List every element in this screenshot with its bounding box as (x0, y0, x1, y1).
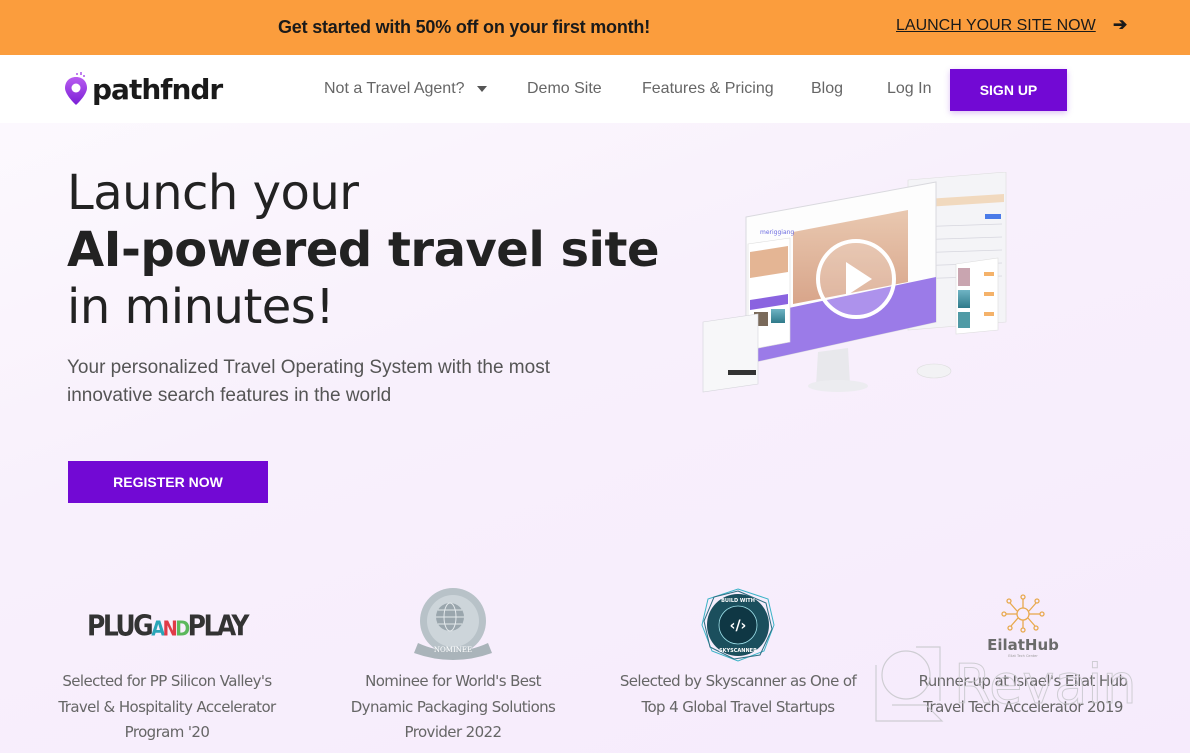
sign-up-button[interactable]: SIGN UP (950, 69, 1067, 111)
award-description: Selected for PP Silicon Valley's Travel … (58, 672, 276, 741)
logo[interactable]: pathfndr (64, 71, 223, 107)
logo-part: N (162, 616, 178, 641)
award-skyscanner: ‹/› BUILD WITH SKYSCANNER Selected by Sk… (618, 585, 858, 720)
promo-text: Get started with 50% off on your first m… (278, 17, 651, 37)
award-plug-and-play: PLUGANDPLAY Selected for PP Silicon Vall… (47, 585, 287, 746)
logo-text: pathfndr (92, 72, 223, 106)
plug-and-play-logo: PLUGANDPLAY (47, 585, 287, 665)
award-description: Selected by Skyscanner as One of Top 4 G… (619, 672, 857, 716)
logo-part: D (175, 616, 190, 641)
nav-features-pricing[interactable]: Features & Pricing (642, 80, 774, 98)
nominee-badge-icon: NOMINEE (333, 585, 573, 665)
nav-not-a-travel-agent[interactable]: Not a Travel Agent? (324, 80, 487, 98)
product-demo-video[interactable]: meriggiang (698, 172, 1018, 407)
hero-title-line-2: AI-powered travel site (67, 222, 660, 278)
award-world-travel-tech: NOMINEE Nominee for World's Best Dynamic… (333, 585, 573, 746)
eilathub-subtitle: Eilat Tech Center (1008, 654, 1038, 658)
promo-banner: Get started with 50% off on your first m… (0, 0, 1190, 55)
svg-text:‹/›: ‹/› (730, 618, 747, 634)
skyscanner-badge-icon: ‹/› BUILD WITH SKYSCANNER (618, 585, 858, 665)
site-header: pathfndr Not a Travel Agent? Demo Site F… (0, 55, 1190, 123)
award-eilathub: EilatHub Eilat Tech Center Runner-up at … (903, 585, 1143, 720)
hero-title: Launch your AI-powered travel site in mi… (67, 165, 660, 336)
launch-site-link[interactable]: LAUNCH YOUR SITE NOW (896, 17, 1096, 35)
eilathub-wordmark: EilatHub (987, 636, 1059, 654)
logo-part: PLUG (87, 608, 154, 642)
phone-screen (955, 257, 999, 335)
login-card (702, 313, 759, 393)
caret-down-icon (476, 85, 487, 92)
eilathub-logo: EilatHub Eilat Tech Center (903, 585, 1143, 665)
play-button[interactable] (816, 239, 896, 319)
register-now-button[interactable]: REGISTER NOW (68, 461, 268, 503)
award-description: Nominee for World's Best Dynamic Packagi… (350, 672, 556, 741)
award-description: Runner-up at Israel's Eilat Hub Travel T… (918, 672, 1128, 716)
mouse (916, 363, 952, 379)
hero-title-line-1: Launch your (67, 165, 359, 221)
svg-text:meriggiang: meriggiang (760, 229, 794, 236)
badge-bottom-text: SKYSCANNER (719, 648, 757, 654)
nav-label: Not a Travel Agent? (324, 80, 465, 97)
nav-demo-site[interactable]: Demo Site (527, 80, 602, 98)
logo-part: PLAY (187, 608, 250, 642)
logo-part: A (151, 616, 165, 641)
map-pin-icon (65, 72, 87, 105)
nav-blog[interactable]: Blog (811, 80, 843, 98)
nav-log-in[interactable]: Log In (887, 80, 931, 98)
badge-word: NOMINEE (434, 646, 472, 654)
hero-subtitle: Your personalized Travel Operating Syste… (67, 357, 550, 406)
hero-title-line-3: in minutes! (67, 279, 335, 335)
arrow-right-icon[interactable]: ➔ (1113, 15, 1127, 35)
badge-top-text: BUILD WITH (721, 598, 755, 604)
